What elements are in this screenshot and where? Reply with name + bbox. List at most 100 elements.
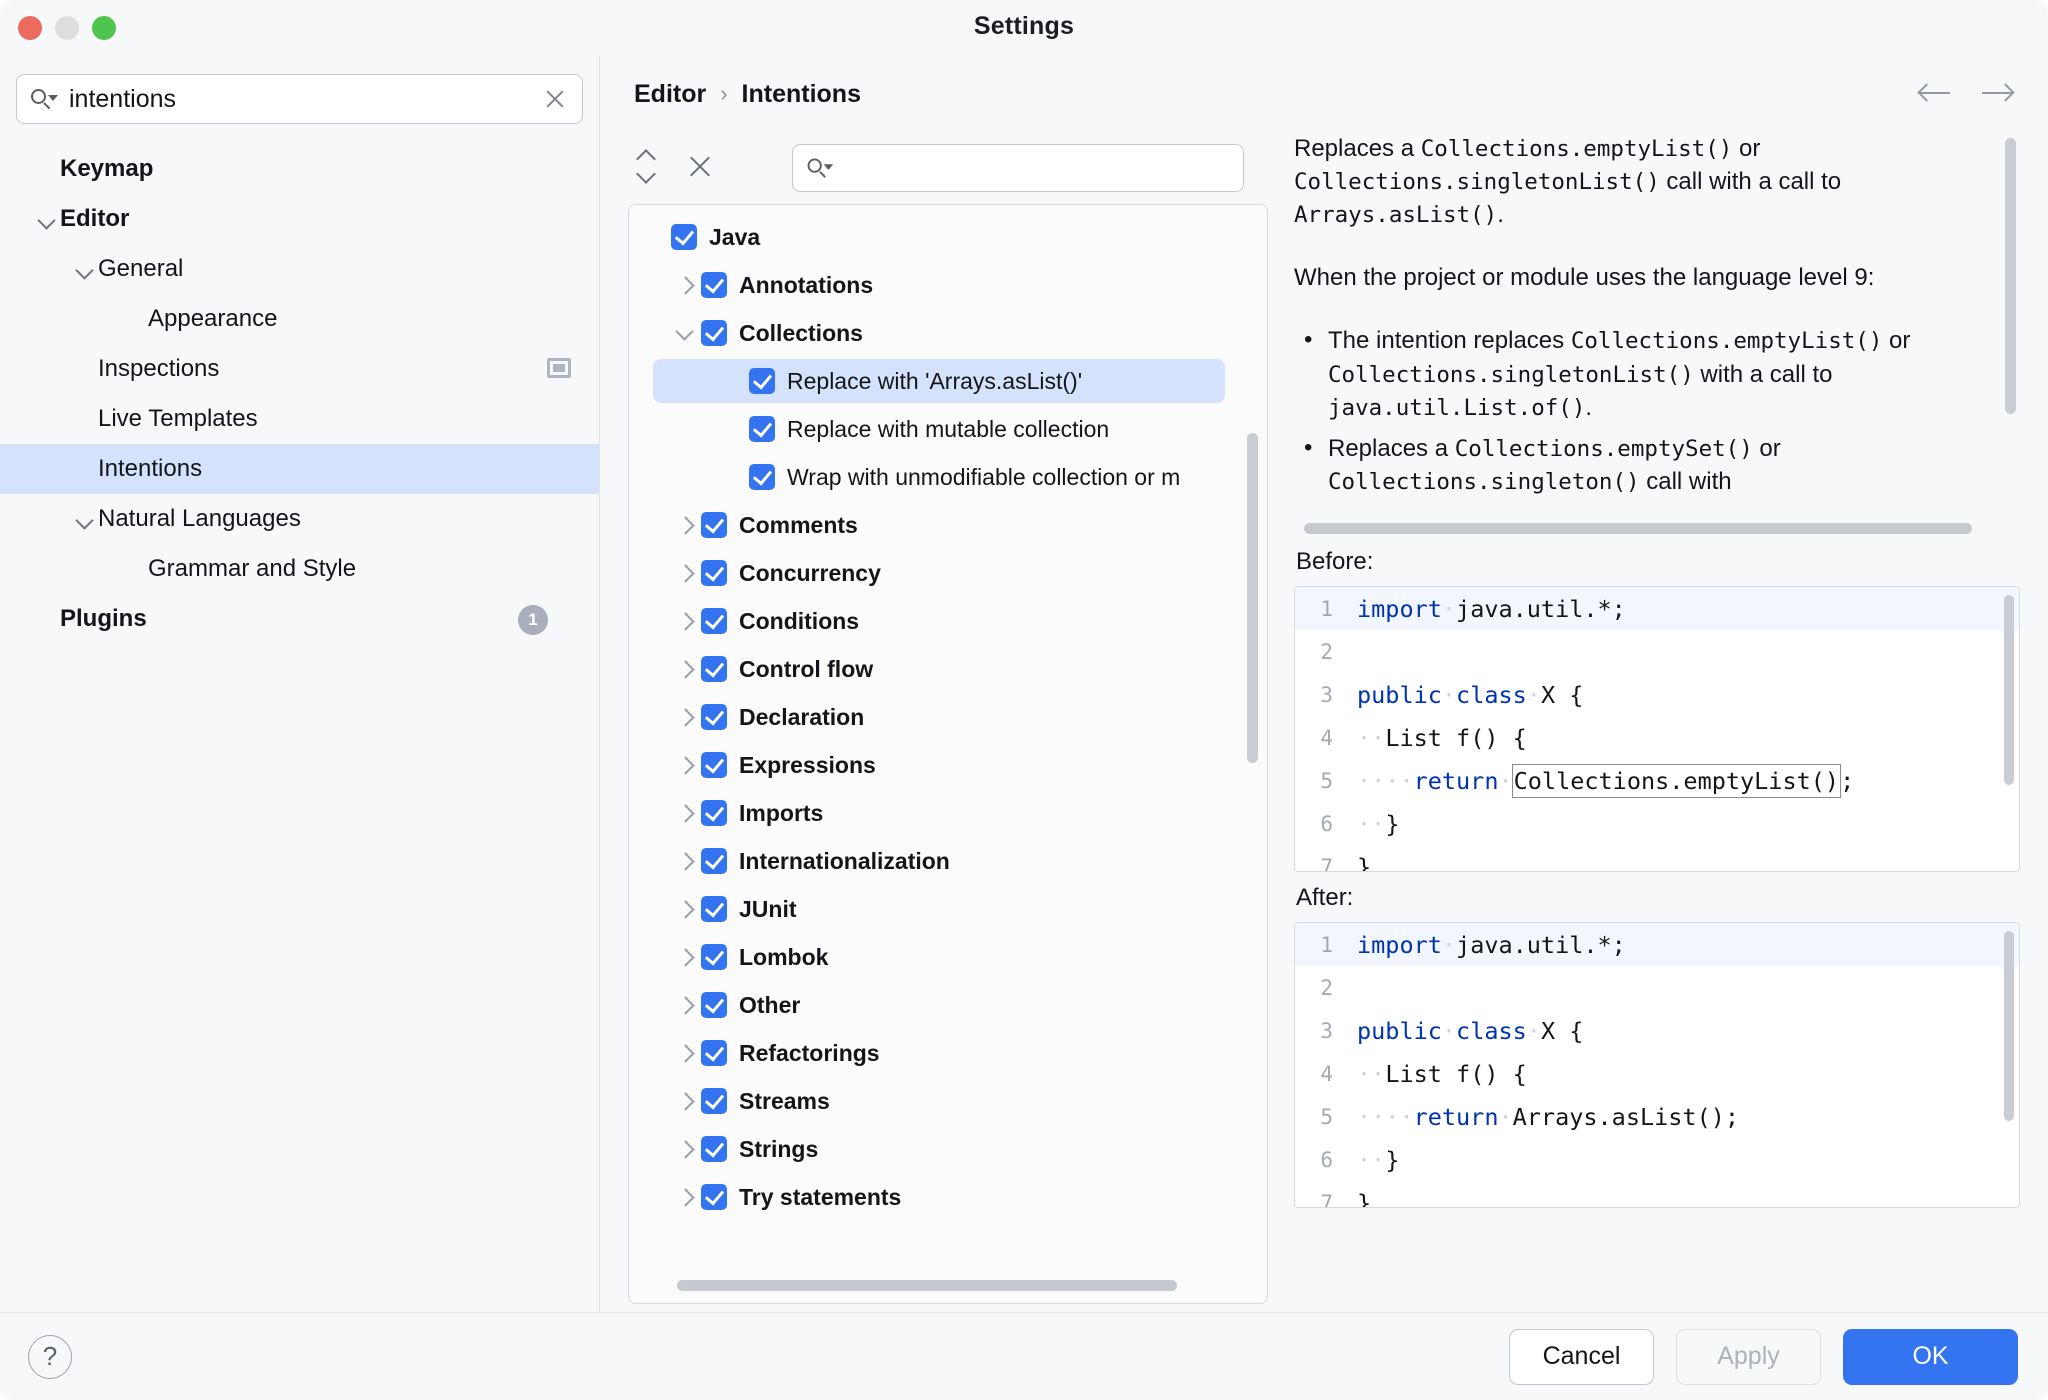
- intention-checkbox[interactable]: [671, 224, 697, 250]
- intention-checkbox[interactable]: [749, 464, 775, 490]
- breadcrumb-parent[interactable]: Editor: [634, 80, 706, 109]
- intention-checkbox[interactable]: [701, 560, 727, 586]
- sidebar-item-inspections[interactable]: Inspections: [0, 344, 599, 394]
- chevron-right-icon[interactable]: [671, 1086, 701, 1116]
- intentions-vertical-scrollbar[interactable]: [1247, 433, 1258, 763]
- chevron-right-icon[interactable]: [671, 606, 701, 636]
- intention-checkbox[interactable]: [701, 272, 727, 298]
- intention-row[interactable]: Replace with mutable collection: [629, 405, 1267, 453]
- arrow-right-icon[interactable]: [1980, 78, 2014, 108]
- sidebar-item-intentions[interactable]: Intentions: [0, 444, 599, 494]
- intention-checkbox[interactable]: [701, 704, 727, 730]
- chevron-down-icon[interactable]: [72, 256, 98, 282]
- intention-row[interactable]: Other: [629, 981, 1267, 1029]
- intention-label: Replace with mutable collection: [787, 416, 1109, 443]
- intention-row[interactable]: Try statements: [629, 1173, 1267, 1221]
- chevron-right-icon[interactable]: [671, 894, 701, 924]
- intention-row[interactable]: Conditions: [629, 597, 1267, 645]
- chevron-right-icon[interactable]: [671, 942, 701, 972]
- chevron-right-icon[interactable]: [671, 1182, 701, 1212]
- intention-checkbox[interactable]: [701, 608, 727, 634]
- intention-checkbox[interactable]: [749, 416, 775, 442]
- collapse-all-icon[interactable]: [682, 148, 726, 188]
- intentions-horizontal-scrollbar[interactable]: [677, 1280, 1177, 1291]
- line-number: 7: [1295, 1191, 1347, 1209]
- code-text: ··}: [1347, 1146, 1399, 1174]
- navigation-arrows: [1918, 78, 2014, 108]
- intention-checkbox[interactable]: [701, 800, 727, 826]
- intention-row[interactable]: Concurrency: [629, 549, 1267, 597]
- intention-row[interactable]: Comments: [629, 501, 1267, 549]
- sidebar-item-grammar-and-style[interactable]: Grammar and Style: [0, 544, 599, 594]
- intention-checkbox[interactable]: [701, 896, 727, 922]
- intention-checkbox[interactable]: [701, 1136, 727, 1162]
- chevron-right-icon[interactable]: [671, 990, 701, 1020]
- intentions-search-input[interactable]: [792, 144, 1244, 192]
- chevron-right-icon[interactable]: [671, 798, 701, 828]
- intention-row[interactable]: Refactorings: [629, 1029, 1267, 1077]
- chevron-down-icon[interactable]: [671, 318, 701, 348]
- chevron-right-icon[interactable]: [671, 1134, 701, 1164]
- intention-checkbox[interactable]: [701, 1040, 727, 1066]
- line-number: 1: [1295, 597, 1347, 621]
- intention-checkbox[interactable]: [701, 1088, 727, 1114]
- chevron-right-icon[interactable]: [671, 846, 701, 876]
- intention-row[interactable]: Declaration: [629, 693, 1267, 741]
- description-horizontal-scrollbar[interactable]: [1304, 523, 1972, 534]
- chevron-right-icon[interactable]: [671, 750, 701, 780]
- code-text: }: [1347, 1189, 1371, 1209]
- intention-checkbox[interactable]: [701, 848, 727, 874]
- intention-checkbox[interactable]: [701, 752, 727, 778]
- before-code-line: 1import·java.util.*;: [1295, 587, 2019, 630]
- chevron-right-icon[interactable]: [671, 702, 701, 732]
- before-code-scrollbar[interactable]: [2004, 595, 2014, 785]
- ok-button[interactable]: OK: [1843, 1329, 2018, 1385]
- intention-row[interactable]: Annotations: [629, 261, 1267, 309]
- description-vertical-scrollbar[interactable]: [2005, 138, 2016, 414]
- intention-checkbox[interactable]: [749, 368, 775, 394]
- intention-row[interactable]: Replace with 'Arrays.asList()': [629, 357, 1267, 405]
- intention-row[interactable]: Java: [629, 213, 1267, 261]
- intention-checkbox[interactable]: [701, 1184, 727, 1210]
- intention-row[interactable]: Control flow: [629, 645, 1267, 693]
- sidebar-item-general[interactable]: General: [0, 244, 599, 294]
- intention-row[interactable]: Internationalization: [629, 837, 1267, 885]
- sidebar-item-appearance[interactable]: Appearance: [0, 294, 599, 344]
- intention-row[interactable]: Imports: [629, 789, 1267, 837]
- intention-checkbox[interactable]: [701, 992, 727, 1018]
- sidebar-item-plugins[interactable]: Plugins1: [0, 594, 599, 644]
- intention-row[interactable]: Expressions: [629, 741, 1267, 789]
- after-code-scrollbar[interactable]: [2004, 931, 2014, 1121]
- intention-detail-pane: Replaces a Collections.emptyList() or Co…: [1294, 132, 2020, 1304]
- settings-search-input[interactable]: intentions: [69, 85, 542, 114]
- intention-label: Collections: [739, 320, 863, 347]
- cancel-button[interactable]: Cancel: [1509, 1329, 1654, 1385]
- intention-row[interactable]: JUnit: [629, 885, 1267, 933]
- apply-button[interactable]: Apply: [1676, 1329, 1821, 1385]
- sidebar-item-live-templates[interactable]: Live Templates: [0, 394, 599, 444]
- clear-icon[interactable]: [542, 86, 568, 112]
- chevron-right-icon[interactable]: [671, 510, 701, 540]
- intention-row[interactable]: Lombok: [629, 933, 1267, 981]
- intention-row[interactable]: Collections: [629, 309, 1267, 357]
- chevron-right-icon[interactable]: [671, 654, 701, 684]
- chevron-down-icon[interactable]: [72, 506, 98, 532]
- chevron-right-icon[interactable]: [671, 1038, 701, 1068]
- intention-checkbox[interactable]: [701, 320, 727, 346]
- sidebar-item-editor[interactable]: Editor: [0, 194, 599, 244]
- intention-checkbox[interactable]: [701, 944, 727, 970]
- chevron-right-icon[interactable]: [671, 270, 701, 300]
- intention-row[interactable]: Strings: [629, 1125, 1267, 1173]
- help-icon[interactable]: ?: [28, 1335, 72, 1379]
- expand-all-icon[interactable]: [628, 148, 672, 188]
- chevron-right-icon[interactable]: [671, 558, 701, 588]
- settings-search-box[interactable]: intentions: [16, 74, 583, 124]
- arrow-left-icon[interactable]: [1918, 78, 1952, 108]
- sidebar-item-natural-languages[interactable]: Natural Languages: [0, 494, 599, 544]
- chevron-down-icon[interactable]: [34, 206, 60, 232]
- intention-row[interactable]: Wrap with unmodifiable collection or m: [629, 453, 1267, 501]
- sidebar-item-keymap[interactable]: Keymap: [0, 144, 599, 194]
- intention-checkbox[interactable]: [701, 512, 727, 538]
- intention-checkbox[interactable]: [701, 656, 727, 682]
- intention-row[interactable]: Streams: [629, 1077, 1267, 1125]
